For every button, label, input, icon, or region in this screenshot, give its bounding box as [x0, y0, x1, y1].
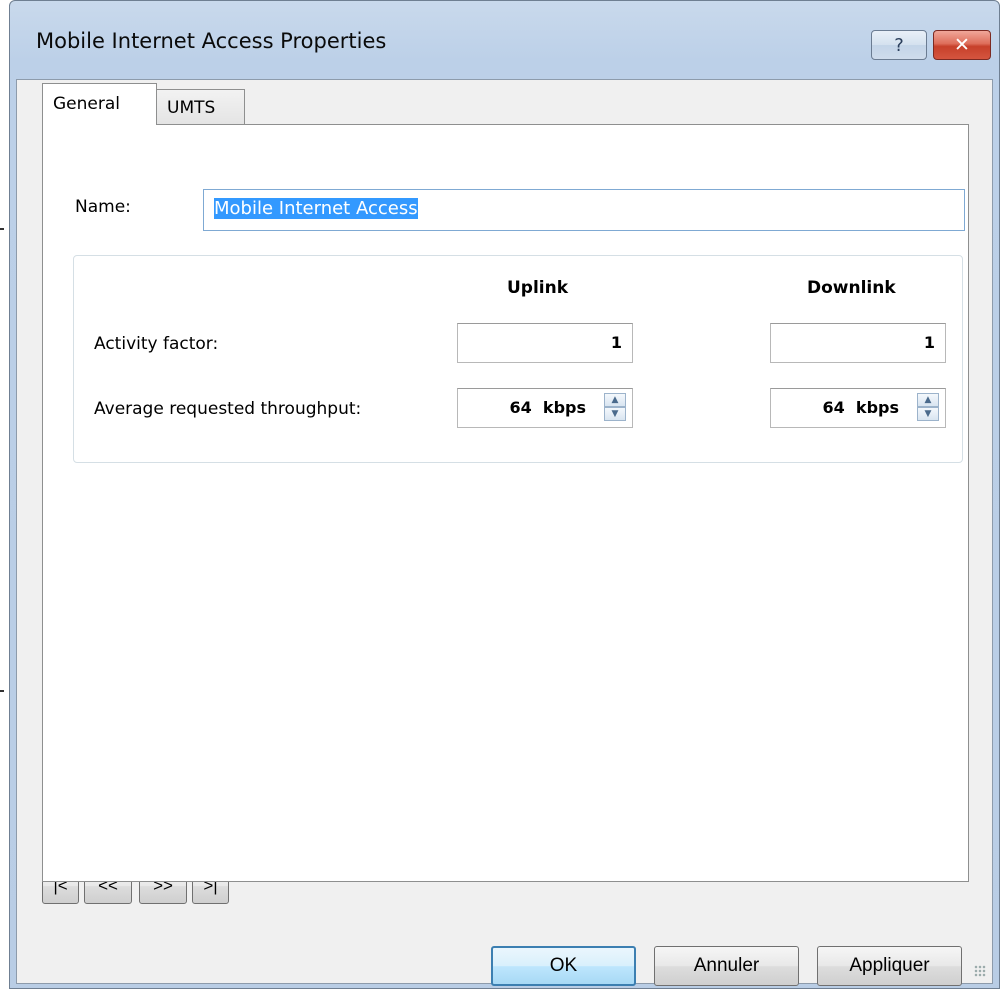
tab-general[interactable]: General [42, 83, 157, 125]
uplink-throughput-spinbox[interactable]: 64 kbps ▲ ▼ [457, 388, 633, 428]
screen-edge-tick [0, 228, 4, 230]
dialog-title: Mobile Internet Access Properties [36, 29, 387, 53]
help-icon: ? [894, 34, 904, 56]
uplink-throughput-unit: kbps [542, 398, 586, 417]
properties-dialog: Mobile Internet Access Properties ? ✕ Ge… [9, 0, 1000, 989]
cancel-button-label: Annuler [693, 955, 760, 976]
close-button[interactable]: ✕ [933, 30, 991, 60]
screen-edge-tick [0, 690, 4, 692]
dialog-client-area: General UMTS Name: Mobile Internet Acces… [16, 79, 993, 986]
tab-umts[interactable]: UMTS [156, 89, 245, 127]
uplink-throughput-value: 64 [509, 398, 532, 417]
uplink-header: Uplink [507, 278, 569, 298]
help-button[interactable]: ? [871, 30, 927, 60]
downlink-throughput-value: 64 [822, 398, 845, 417]
downlink-throughput-text: 64 kbps [823, 398, 899, 417]
apply-button[interactable]: Appliquer [817, 946, 962, 986]
name-label: Name: [75, 197, 131, 217]
spin-up-icon[interactable]: ▲ [604, 393, 626, 407]
avg-throughput-label: Average requested throughput: [94, 399, 362, 419]
ok-button[interactable]: OK [491, 946, 636, 986]
close-icon: ✕ [954, 34, 970, 56]
general-tab-panel: Name: Mobile Internet Access Uplink Down… [42, 124, 969, 882]
downlink-throughput-spinner: ▲ ▼ [917, 393, 941, 423]
uplink-throughput-spinner: ▲ ▼ [604, 393, 628, 423]
downlink-throughput-spinbox[interactable]: 64 kbps ▲ ▼ [770, 388, 946, 428]
spin-down-icon[interactable]: ▼ [604, 407, 626, 421]
downlink-throughput-unit: kbps [855, 398, 899, 417]
tab-umts-label: UMTS [167, 98, 216, 118]
spin-up-icon[interactable]: ▲ [917, 393, 939, 407]
uplink-throughput-text: 64 kbps [510, 398, 586, 417]
resize-grip-icon[interactable] [974, 965, 986, 977]
cancel-button[interactable]: Annuler [654, 946, 799, 986]
tab-general-label: General [53, 94, 120, 114]
name-input-value: Mobile Internet Access [214, 198, 418, 219]
ok-button-label: OK [549, 955, 578, 976]
downlink-activity-factor-input[interactable]: 1 [770, 323, 946, 363]
spin-down-icon[interactable]: ▼ [917, 407, 939, 421]
activity-factor-label: Activity factor: [94, 334, 219, 354]
downlink-activity-factor-value: 1 [923, 333, 935, 352]
link-parameters-group: Uplink Downlink Activity factor: 1 1 Ave… [73, 255, 963, 463]
apply-button-label: Appliquer [849, 955, 930, 976]
uplink-activity-factor-input[interactable]: 1 [457, 323, 633, 363]
downlink-header: Downlink [807, 278, 896, 298]
uplink-activity-factor-value: 1 [610, 333, 622, 352]
name-input[interactable]: Mobile Internet Access [203, 189, 965, 231]
